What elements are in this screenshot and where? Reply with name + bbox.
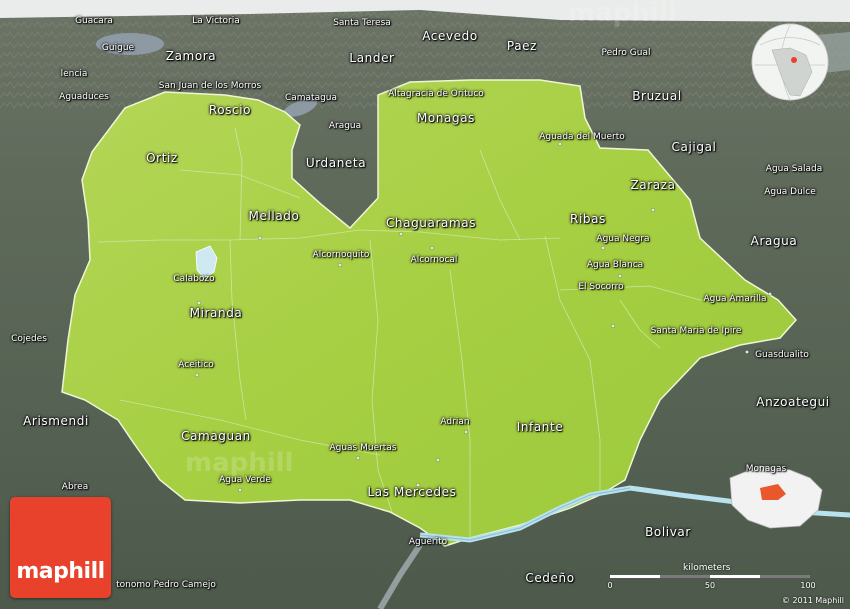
place-ortiz: Ortiz	[146, 151, 178, 165]
settlement-dot	[197, 301, 201, 305]
place-agua-negra: Agua Negra	[596, 234, 650, 244]
scale-bar	[610, 575, 810, 578]
place-alcornoquito: Alcornoquito	[312, 250, 370, 260]
scale-tick-0: 0	[607, 581, 613, 590]
place-camaguan: Camaguan	[181, 429, 251, 443]
copyright-text: © 2011 Maphill	[781, 596, 844, 605]
settlement-dot	[611, 324, 615, 328]
settlement-dot	[601, 246, 605, 250]
place-aguada-del-muerto: Aguada del Muerto	[539, 132, 625, 142]
maphill-logo[interactable]: maphill	[10, 497, 111, 598]
place-calabozo: Calabozo	[173, 274, 215, 284]
scale-title: kilometers	[683, 563, 731, 573]
place-chaguaramas: Chaguaramas	[385, 216, 477, 230]
place-agua-verde: Agua Verde	[219, 475, 271, 485]
place-zamora: Zamora	[165, 49, 217, 63]
place-bruzual: Bruzual	[632, 89, 682, 103]
settlement-dot	[430, 246, 434, 250]
place-anzoategui: Anzoategui	[756, 395, 830, 409]
place-lander: Lander	[349, 51, 395, 65]
place-pedro-gual: Pedro Gual	[601, 48, 651, 58]
place-san-juan: San Juan de los Morros	[158, 81, 262, 91]
place-arismendi: Arismendi	[23, 414, 89, 428]
place-el-socorro: El Socorro	[578, 282, 624, 292]
watermark-center: maphill	[185, 448, 294, 478]
settlement-dot	[238, 488, 242, 492]
settlement-dot	[399, 232, 403, 236]
place-santa-teresa: Santa Teresa	[333, 18, 391, 28]
map-canvas[interactable]: maphill maphill Guacara La Victoria Sant…	[0, 0, 850, 609]
place-altagracia: Altagracia de Orituco	[388, 89, 484, 99]
settlement-dot	[618, 274, 622, 278]
place-agua-blanca: Agua Blanca	[586, 260, 644, 270]
place-aceitico: Aceitico	[178, 360, 214, 370]
place-adrian: Adrian	[440, 417, 470, 427]
scale-tick-50: 50	[704, 581, 716, 590]
place-las-mercedes: Las Mercedes	[367, 485, 457, 499]
settlement-dot	[416, 483, 420, 487]
settlement-dot	[356, 456, 360, 460]
globe-inset	[751, 23, 829, 101]
place-cojedes: Cojedes	[11, 334, 47, 344]
place-aguas-muertas: Aguas Muertas	[329, 443, 397, 453]
settlement-dot	[651, 208, 655, 212]
place-aragua-east: Aragua	[750, 234, 798, 248]
place-mellado: Mellado	[248, 209, 300, 223]
settlement-dot	[258, 236, 262, 240]
place-urdaneta: Urdaneta	[305, 156, 367, 170]
place-agua-amarilla: Agua Amarilla	[703, 294, 767, 304]
settlement-dot	[558, 142, 562, 146]
place-ribas: Ribas	[570, 212, 606, 226]
settlement-dot	[195, 373, 199, 377]
place-bolivar: Bolivar	[645, 525, 691, 539]
settlement-dot	[464, 430, 468, 434]
place-roscio: Roscio	[208, 103, 252, 117]
place-aguerito: Aguerito	[408, 537, 448, 547]
watermark-top: maphill	[568, 0, 677, 28]
place-aguaduces: Aguaduces	[59, 92, 109, 102]
place-pedro-camejo: tonomo Pedro Camejo	[116, 580, 216, 590]
place-monagas: Monagas	[416, 111, 476, 125]
place-agua-salada: Agua Salada	[765, 164, 823, 174]
place-miranda: Miranda	[189, 306, 243, 320]
place-guacara: Guacara	[75, 16, 113, 26]
place-alcornocal: Alcornocal	[410, 255, 458, 265]
place-abrea: Abrea	[61, 482, 89, 492]
scale-tick-100: 100	[800, 581, 816, 590]
place-acevedo: Acevedo	[422, 29, 478, 43]
settlement-dot	[436, 458, 440, 462]
place-la-victoria: La Victoria	[192, 16, 240, 26]
place-cedeno: Cedeño	[525, 571, 575, 585]
settlement-dot	[745, 350, 749, 354]
settlement-dot	[338, 263, 342, 267]
place-cajigal: Cajigal	[671, 140, 717, 154]
place-aragua-north: Aragua	[328, 121, 362, 131]
settlement-dot	[768, 292, 772, 296]
place-santa-maria-de-ipire: Santa Maria de Ipire	[650, 326, 742, 336]
place-guigue: Guigue	[101, 43, 135, 53]
place-infante: Infante	[516, 420, 564, 434]
place-valencia: lencia	[60, 69, 88, 79]
place-camatagua: Camatagua	[284, 93, 338, 103]
logo-text: maphill	[16, 559, 105, 584]
place-zaraza: Zaraza	[630, 178, 676, 192]
place-monagas-se: Monagas	[745, 464, 787, 474]
place-paez: Paez	[506, 39, 538, 53]
place-agua-dulce: Agua Dulce	[764, 187, 816, 197]
place-guasdualito: Guasdualito	[755, 350, 809, 360]
